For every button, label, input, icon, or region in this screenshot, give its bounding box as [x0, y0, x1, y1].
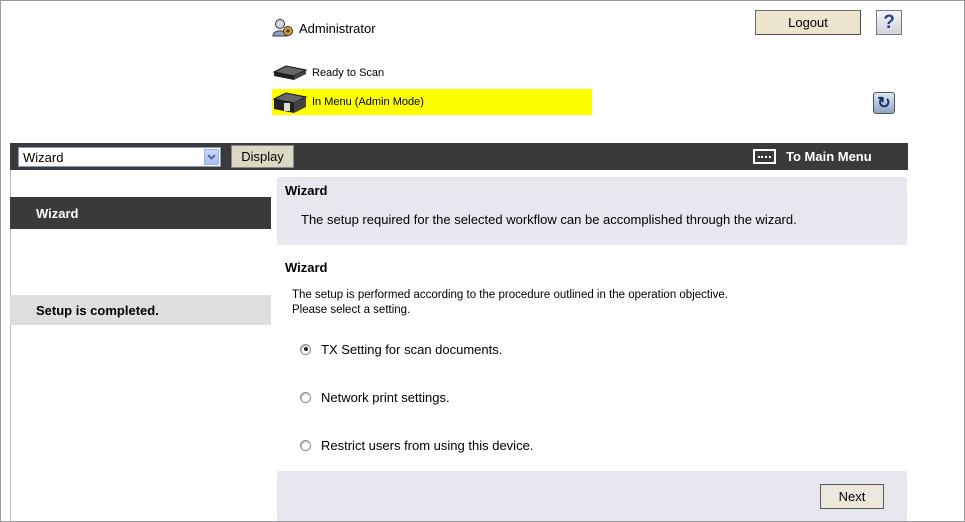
status-ready: Ready to Scan	[272, 63, 384, 83]
option-network-print[interactable]: Network print settings.	[300, 388, 450, 406]
user-name: Administrator	[299, 20, 376, 36]
to-main-menu-label: To Main Menu	[786, 149, 872, 164]
admin-user-icon	[272, 19, 293, 37]
option-restrict-users[interactable]: Restrict users from using this device.	[300, 436, 533, 454]
info-panel	[277, 177, 907, 245]
display-button[interactable]: Display	[231, 145, 294, 168]
chevron-down-icon[interactable]	[204, 149, 219, 165]
info-description: The setup required for the selected work…	[301, 212, 797, 227]
option-label: Restrict users from using this device.	[321, 437, 534, 453]
user-info: Administrator	[272, 15, 376, 41]
sidebar-item-wizard[interactable]: Wizard	[10, 197, 271, 229]
mode-select-value: Wizard	[23, 149, 64, 165]
logout-button[interactable]: Logout	[755, 10, 861, 35]
to-main-menu-link[interactable]: To Main Menu	[753, 145, 872, 168]
next-button[interactable]: Next	[820, 484, 884, 509]
main-menu-icon	[753, 149, 776, 164]
radio-button[interactable]	[300, 439, 311, 451]
option-tx-setting[interactable]: TX Setting for scan documents.	[300, 340, 502, 358]
wizard-title: Wizard	[285, 260, 328, 275]
printer-icon	[272, 92, 308, 113]
footer-panel	[277, 471, 907, 522]
refresh-icon[interactable]: ↻	[873, 92, 895, 114]
status-text-ready: Ready to Scan	[312, 67, 385, 79]
radio-button[interactable]	[300, 343, 311, 355]
info-title: Wizard	[285, 183, 328, 198]
option-label: Network print settings.	[321, 389, 450, 405]
wizard-description-line1: The setup is performed according to the …	[292, 289, 728, 301]
printer-icon	[272, 65, 308, 80]
radio-button[interactable]	[300, 391, 311, 403]
sidebar-item-setup-completed[interactable]: Setup is completed.	[10, 295, 271, 325]
help-button[interactable]: ?	[876, 10, 902, 35]
wizard-description-line2: Please select a setting.	[292, 304, 411, 316]
mode-select[interactable]: Wizard	[18, 147, 221, 167]
status-admin-mode: In Menu (Admin Mode)	[272, 89, 424, 115]
option-label: TX Setting for scan documents.	[321, 341, 503, 357]
status-text-admin: In Menu (Admin Mode)	[312, 96, 424, 108]
